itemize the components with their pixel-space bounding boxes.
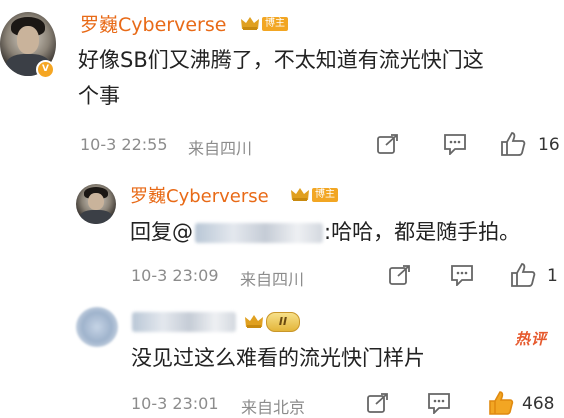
reply-text: :哈哈，都是随手拍。	[324, 220, 521, 244]
comment-text: 好像SB们又沸腾了，不太知道有流光快门这	[78, 48, 484, 72]
timestamp: 10-3 23:01	[131, 394, 219, 413]
comment-icon[interactable]	[443, 133, 467, 155]
like-count: 1	[547, 266, 558, 286]
hot-comment-label: 热评	[515, 330, 548, 348]
share-icon[interactable]	[366, 392, 390, 414]
crown-icon	[245, 315, 263, 328]
verified-icon: V	[36, 60, 55, 79]
location: 来自四川	[240, 270, 305, 289]
share-icon[interactable]	[376, 133, 400, 155]
blurred-username[interactable]	[132, 312, 236, 332]
crown-icon	[291, 188, 309, 201]
username[interactable]: 罗巍Cyberverse	[80, 10, 226, 37]
level-badge: II	[266, 312, 300, 332]
blogger-badge: 博主	[312, 188, 338, 202]
location: 来自北京	[241, 398, 306, 417]
thumbs-up-icon[interactable]	[500, 131, 526, 157]
reply-prefix: 回复@	[130, 220, 193, 244]
thumbs-up-icon[interactable]	[488, 390, 514, 416]
comment-text-cont: 个事	[78, 84, 120, 108]
timestamp: 10-3 22:55	[80, 135, 168, 154]
like-count: 16	[538, 135, 560, 155]
crown-icon	[241, 17, 259, 30]
avatar[interactable]	[76, 307, 118, 347]
blogger-badge: 博主	[262, 17, 288, 31]
level-badge-label: II	[278, 315, 288, 328]
comment-text: 没见过这么难看的流光快门样片	[131, 346, 425, 370]
like-count: 468	[522, 394, 555, 414]
location: 来自四川	[188, 139, 253, 158]
share-icon[interactable]	[388, 264, 412, 286]
blurred-username	[195, 223, 323, 243]
timestamp: 10-3 23:09	[131, 266, 219, 285]
thumbs-up-icon[interactable]	[510, 262, 536, 288]
avatar[interactable]	[76, 184, 116, 224]
comment-icon[interactable]	[427, 392, 451, 414]
username[interactable]: 罗巍Cyberverse	[130, 182, 269, 208]
comment-icon[interactable]	[450, 264, 474, 286]
